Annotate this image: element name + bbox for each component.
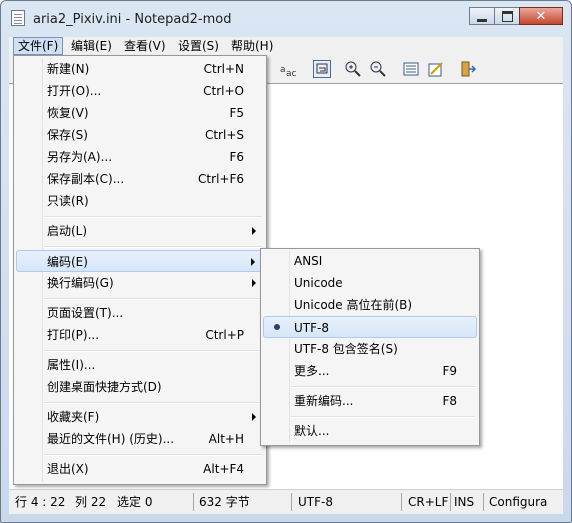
maximize-icon bbox=[501, 10, 513, 22]
file-menu: 新建(N) Ctrl+N 打开(O)... Ctrl+O 恢复(V) F5 保存(S)… bbox=[13, 55, 267, 485]
close-icon: ✕ bbox=[535, 8, 547, 24]
menu-item-line-endings[interactable]: 换行编码(G) bbox=[16, 272, 264, 294]
submenu-arrow-icon bbox=[251, 258, 255, 266]
selected-radio-icon bbox=[274, 324, 280, 330]
zoom-out-icon[interactable] bbox=[369, 60, 387, 78]
menu-item-favorites[interactable]: 收藏夹(F) bbox=[16, 406, 264, 428]
menu-bar: 文件(F) 编辑(E) 查看(V) 设置(S) 帮助(H) bbox=[9, 37, 563, 55]
exit-icon[interactable] bbox=[459, 60, 477, 78]
menu-item-new[interactable]: 新建(N) Ctrl+N bbox=[16, 58, 264, 80]
menu-file[interactable]: 文件(F) bbox=[13, 37, 64, 55]
close-button[interactable]: ✕ bbox=[519, 7, 563, 25]
menu-item-create-shortcut[interactable]: 创建桌面快捷方式(D) bbox=[16, 376, 264, 398]
menu-separator bbox=[291, 386, 475, 388]
status-size: 632 字节 bbox=[199, 495, 250, 509]
menu-separator bbox=[44, 246, 262, 248]
minimize-button[interactable] bbox=[469, 7, 495, 25]
menu-separator bbox=[44, 402, 262, 404]
status-divider bbox=[483, 493, 484, 511]
find-replace-icon[interactable]: a ac bbox=[279, 60, 297, 79]
menu-item-save-as[interactable]: 另存为(A)... F6 bbox=[16, 146, 264, 168]
menu-item-print[interactable]: 打印(P)... Ctrl+P bbox=[16, 324, 264, 346]
menu-item-save[interactable]: 保存(S) Ctrl+S bbox=[16, 124, 264, 146]
menu-edit[interactable]: 编辑(E) bbox=[67, 38, 116, 54]
menu-help[interactable]: 帮助(H) bbox=[227, 38, 277, 54]
menu-item-default-encoding[interactable]: 默认... bbox=[263, 420, 477, 442]
status-divider bbox=[450, 493, 451, 511]
menu-item-utf8[interactable]: UTF-8 bbox=[263, 316, 477, 338]
submenu-arrow-icon bbox=[252, 413, 256, 421]
menu-item-read-only[interactable]: 只读(R) bbox=[16, 190, 264, 212]
menu-item-launch[interactable]: 启动(L) bbox=[16, 220, 264, 242]
svg-text:a: a bbox=[280, 65, 286, 75]
menu-item-revert[interactable]: 恢复(V) F5 bbox=[16, 102, 264, 124]
menu-separator bbox=[44, 350, 262, 352]
word-wrap-icon[interactable] bbox=[313, 60, 331, 78]
menu-item-properties[interactable]: 属性(I)... bbox=[16, 354, 264, 376]
maximize-button[interactable] bbox=[494, 7, 520, 25]
submenu-arrow-icon bbox=[252, 227, 256, 235]
menu-item-ansi[interactable]: ANSI bbox=[263, 250, 477, 272]
zoom-in-icon[interactable] bbox=[344, 60, 362, 78]
encoding-submenu: ANSI Unicode Unicode 高位在前(B) UTF-8 UTF-8… bbox=[260, 248, 480, 446]
customize-scheme-icon[interactable] bbox=[427, 60, 445, 78]
status-selection: 选定 0 bbox=[117, 495, 153, 509]
status-divider bbox=[401, 493, 402, 511]
menu-separator bbox=[291, 416, 475, 418]
menu-item-open[interactable]: 打开(O)... Ctrl+O bbox=[16, 80, 264, 102]
status-scheme[interactable]: Configura bbox=[489, 494, 547, 510]
menu-item-unicode[interactable]: Unicode bbox=[263, 272, 477, 294]
menu-separator bbox=[44, 454, 262, 456]
menu-separator bbox=[44, 298, 262, 300]
status-divider bbox=[291, 493, 292, 511]
menu-item-exit[interactable]: 退出(X) Alt+F4 bbox=[16, 458, 264, 480]
menu-item-save-copy[interactable]: 保存副本(C)... Ctrl+F6 bbox=[16, 168, 264, 190]
title-bar[interactable]: aria2_Pixiv.ini - Notepad2-mod ✕ bbox=[1, 1, 571, 35]
scheme-icon[interactable] bbox=[402, 60, 420, 78]
menu-item-recent-files[interactable]: 最近的文件(H) (历史)... Alt+H bbox=[16, 428, 264, 450]
window-title: aria2_Pixiv.ini - Notepad2-mod bbox=[33, 12, 232, 27]
menu-item-unicode-be[interactable]: Unicode 高位在前(B) bbox=[263, 294, 477, 316]
menu-item-recode[interactable]: 重新编码... F8 bbox=[263, 390, 477, 412]
menu-item-utf8-bom[interactable]: UTF-8 包含签名(S) bbox=[263, 338, 477, 360]
submenu-arrow-icon bbox=[252, 279, 256, 287]
menu-separator bbox=[44, 216, 262, 218]
status-insert-mode[interactable]: INS bbox=[454, 494, 474, 510]
menu-item-page-setup[interactable]: 页面设置(T)... bbox=[16, 302, 264, 324]
status-line-ending[interactable]: CR+LF bbox=[408, 494, 448, 510]
status-column: 列 22 bbox=[75, 495, 107, 509]
menu-item-more-encodings[interactable]: 更多... F9 bbox=[263, 360, 477, 382]
status-bar: 行 4 : 22 列 22 选定 0 632 字节 UTF-8 CR+LF IN… bbox=[9, 489, 563, 514]
minimize-icon bbox=[477, 18, 487, 22]
svg-text:ac: ac bbox=[286, 69, 297, 78]
status-encoding[interactable]: UTF-8 bbox=[298, 494, 333, 510]
status-line: 行 4 : 22 bbox=[15, 495, 66, 509]
status-divider bbox=[193, 493, 194, 511]
menu-item-encoding[interactable]: 编码(E) bbox=[16, 250, 264, 272]
notepad-app-icon bbox=[11, 10, 25, 26]
menu-settings[interactable]: 设置(S) bbox=[174, 38, 223, 54]
menu-view[interactable]: 查看(V) bbox=[120, 38, 170, 54]
